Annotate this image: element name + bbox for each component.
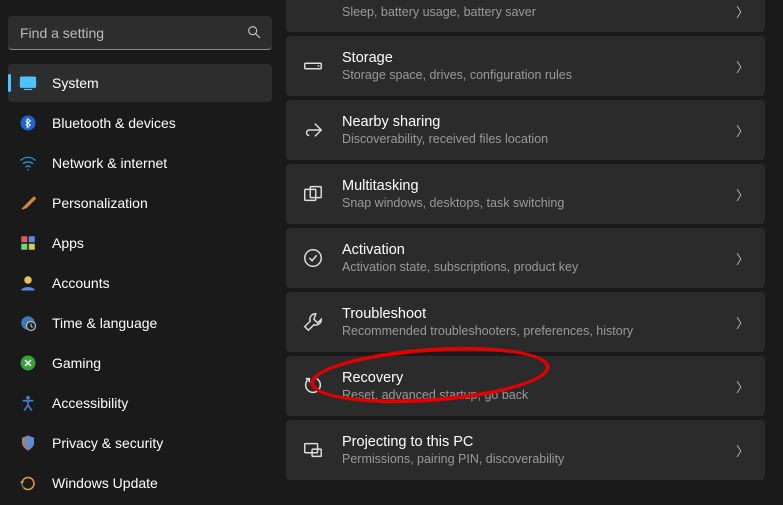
card-text: Nearby sharing Discoverability, received… <box>342 114 736 146</box>
card-sub: Activation state, subscriptions, product… <box>342 260 736 274</box>
card-text: Troubleshoot Recommended troubleshooters… <box>342 306 736 338</box>
card-troubleshoot[interactable]: Troubleshoot Recommended troubleshooters… <box>286 292 765 352</box>
chevron-right-icon: 〉 <box>736 121 749 140</box>
sidebar-item-label: Privacy & security <box>52 435 163 451</box>
card-title: Nearby sharing <box>342 114 736 130</box>
sidebar-item-label: Accessibility <box>52 395 128 411</box>
chevron-right-icon: 〉 <box>736 377 749 396</box>
card-title: Storage <box>342 50 736 66</box>
search-wrap <box>8 16 272 50</box>
card-sub: Recommended troubleshooters, preferences… <box>342 324 736 338</box>
brush-icon <box>18 193 38 213</box>
card-multitasking[interactable]: Multitasking Snap windows, desktops, tas… <box>286 164 765 224</box>
card-sub: Snap windows, desktops, task switching <box>342 196 736 210</box>
card-title: Recovery <box>342 370 736 386</box>
check-circle-icon <box>302 247 324 269</box>
chevron-right-icon: 〉 <box>736 249 749 268</box>
sidebar-item-label: Accounts <box>52 275 110 291</box>
card-activation[interactable]: Activation Activation state, subscriptio… <box>286 228 765 288</box>
sidebar-item-time[interactable]: Time & language <box>8 304 272 342</box>
sidebar-item-apps[interactable]: Apps <box>8 224 272 262</box>
card-sub: Permissions, pairing PIN, discoverabilit… <box>342 452 736 466</box>
card-text: Activation Activation state, subscriptio… <box>342 242 736 274</box>
wrench-icon <box>302 311 324 333</box>
gaming-icon <box>18 353 38 373</box>
chevron-right-icon: 〉 <box>736 57 749 76</box>
card-sub: Reset, advanced startup, go back <box>342 388 736 402</box>
sidebar-item-privacy[interactable]: Privacy & security <box>8 424 272 462</box>
share-icon <box>302 119 324 141</box>
card-text: Projecting to this PC Permissions, pairi… <box>342 434 736 466</box>
search-input[interactable] <box>8 16 272 50</box>
storage-icon <box>302 55 324 77</box>
sidebar-item-personalization[interactable]: Personalization <box>8 184 272 222</box>
card-title: Multitasking <box>342 178 736 194</box>
recovery-icon <box>302 375 324 397</box>
sidebar-item-network[interactable]: Network & internet <box>8 144 272 182</box>
search-icon <box>246 24 262 43</box>
nav-list: System Bluetooth & devices Network & int… <box>8 64 272 504</box>
card-nearby-sharing[interactable]: Nearby sharing Discoverability, received… <box>286 100 765 160</box>
power-icon <box>302 0 324 22</box>
chevron-right-icon: 〉 <box>736 313 749 332</box>
update-icon <box>18 473 38 493</box>
chevron-right-icon: 〉 <box>736 185 749 204</box>
card-storage[interactable]: Storage Storage space, drives, configura… <box>286 36 765 96</box>
wifi-icon <box>18 153 38 173</box>
sidebar-item-label: Personalization <box>52 195 148 211</box>
bluetooth-icon <box>18 113 38 133</box>
card-recovery[interactable]: Recovery Reset, advanced startup, go bac… <box>286 356 765 416</box>
shield-icon <box>18 433 38 453</box>
sidebar-item-label: Gaming <box>52 355 101 371</box>
card-sub: Discoverability, received files location <box>342 132 736 146</box>
multitask-icon <box>302 183 324 205</box>
sidebar-item-label: Apps <box>52 235 84 251</box>
card-title: Projecting to this PC <box>342 434 736 450</box>
project-icon <box>302 439 324 461</box>
chevron-right-icon: 〉 <box>736 441 749 460</box>
sidebar-item-label: Time & language <box>52 315 157 331</box>
card-text: Storage Storage space, drives, configura… <box>342 50 736 82</box>
card-title: Activation <box>342 242 736 258</box>
sidebar-item-label: Windows Update <box>52 475 158 491</box>
card-projecting[interactable]: Projecting to this PC Permissions, pairi… <box>286 420 765 480</box>
sidebar-item-label: Bluetooth & devices <box>52 115 176 131</box>
sidebar-item-label: Network & internet <box>52 155 167 171</box>
card-sub: Storage space, drives, configuration rul… <box>342 68 736 82</box>
main-panel: Sleep, battery usage, battery saver 〉 St… <box>280 0 783 505</box>
sidebar-item-gaming[interactable]: Gaming <box>8 344 272 382</box>
card-text: Sleep, battery usage, battery saver <box>342 3 736 19</box>
sidebar-item-accounts[interactable]: Accounts <box>8 264 272 302</box>
sidebar-item-bluetooth[interactable]: Bluetooth & devices <box>8 104 272 142</box>
chevron-right-icon: 〉 <box>736 2 749 21</box>
system-icon <box>18 73 38 93</box>
sidebar: System Bluetooth & devices Network & int… <box>0 0 280 505</box>
apps-icon <box>18 233 38 253</box>
globe-clock-icon <box>18 313 38 333</box>
accounts-icon <box>18 273 38 293</box>
sidebar-item-update[interactable]: Windows Update <box>8 464 272 502</box>
accessibility-icon <box>18 393 38 413</box>
card-text: Recovery Reset, advanced startup, go bac… <box>342 370 736 402</box>
sidebar-item-label: System <box>52 75 99 91</box>
card-text: Multitasking Snap windows, desktops, tas… <box>342 178 736 210</box>
sidebar-item-accessibility[interactable]: Accessibility <box>8 384 272 422</box>
card-title: Troubleshoot <box>342 306 736 322</box>
card-power[interactable]: Sleep, battery usage, battery saver 〉 <box>286 0 765 32</box>
sidebar-item-system[interactable]: System <box>8 64 272 102</box>
card-sub: Sleep, battery usage, battery saver <box>342 5 736 19</box>
